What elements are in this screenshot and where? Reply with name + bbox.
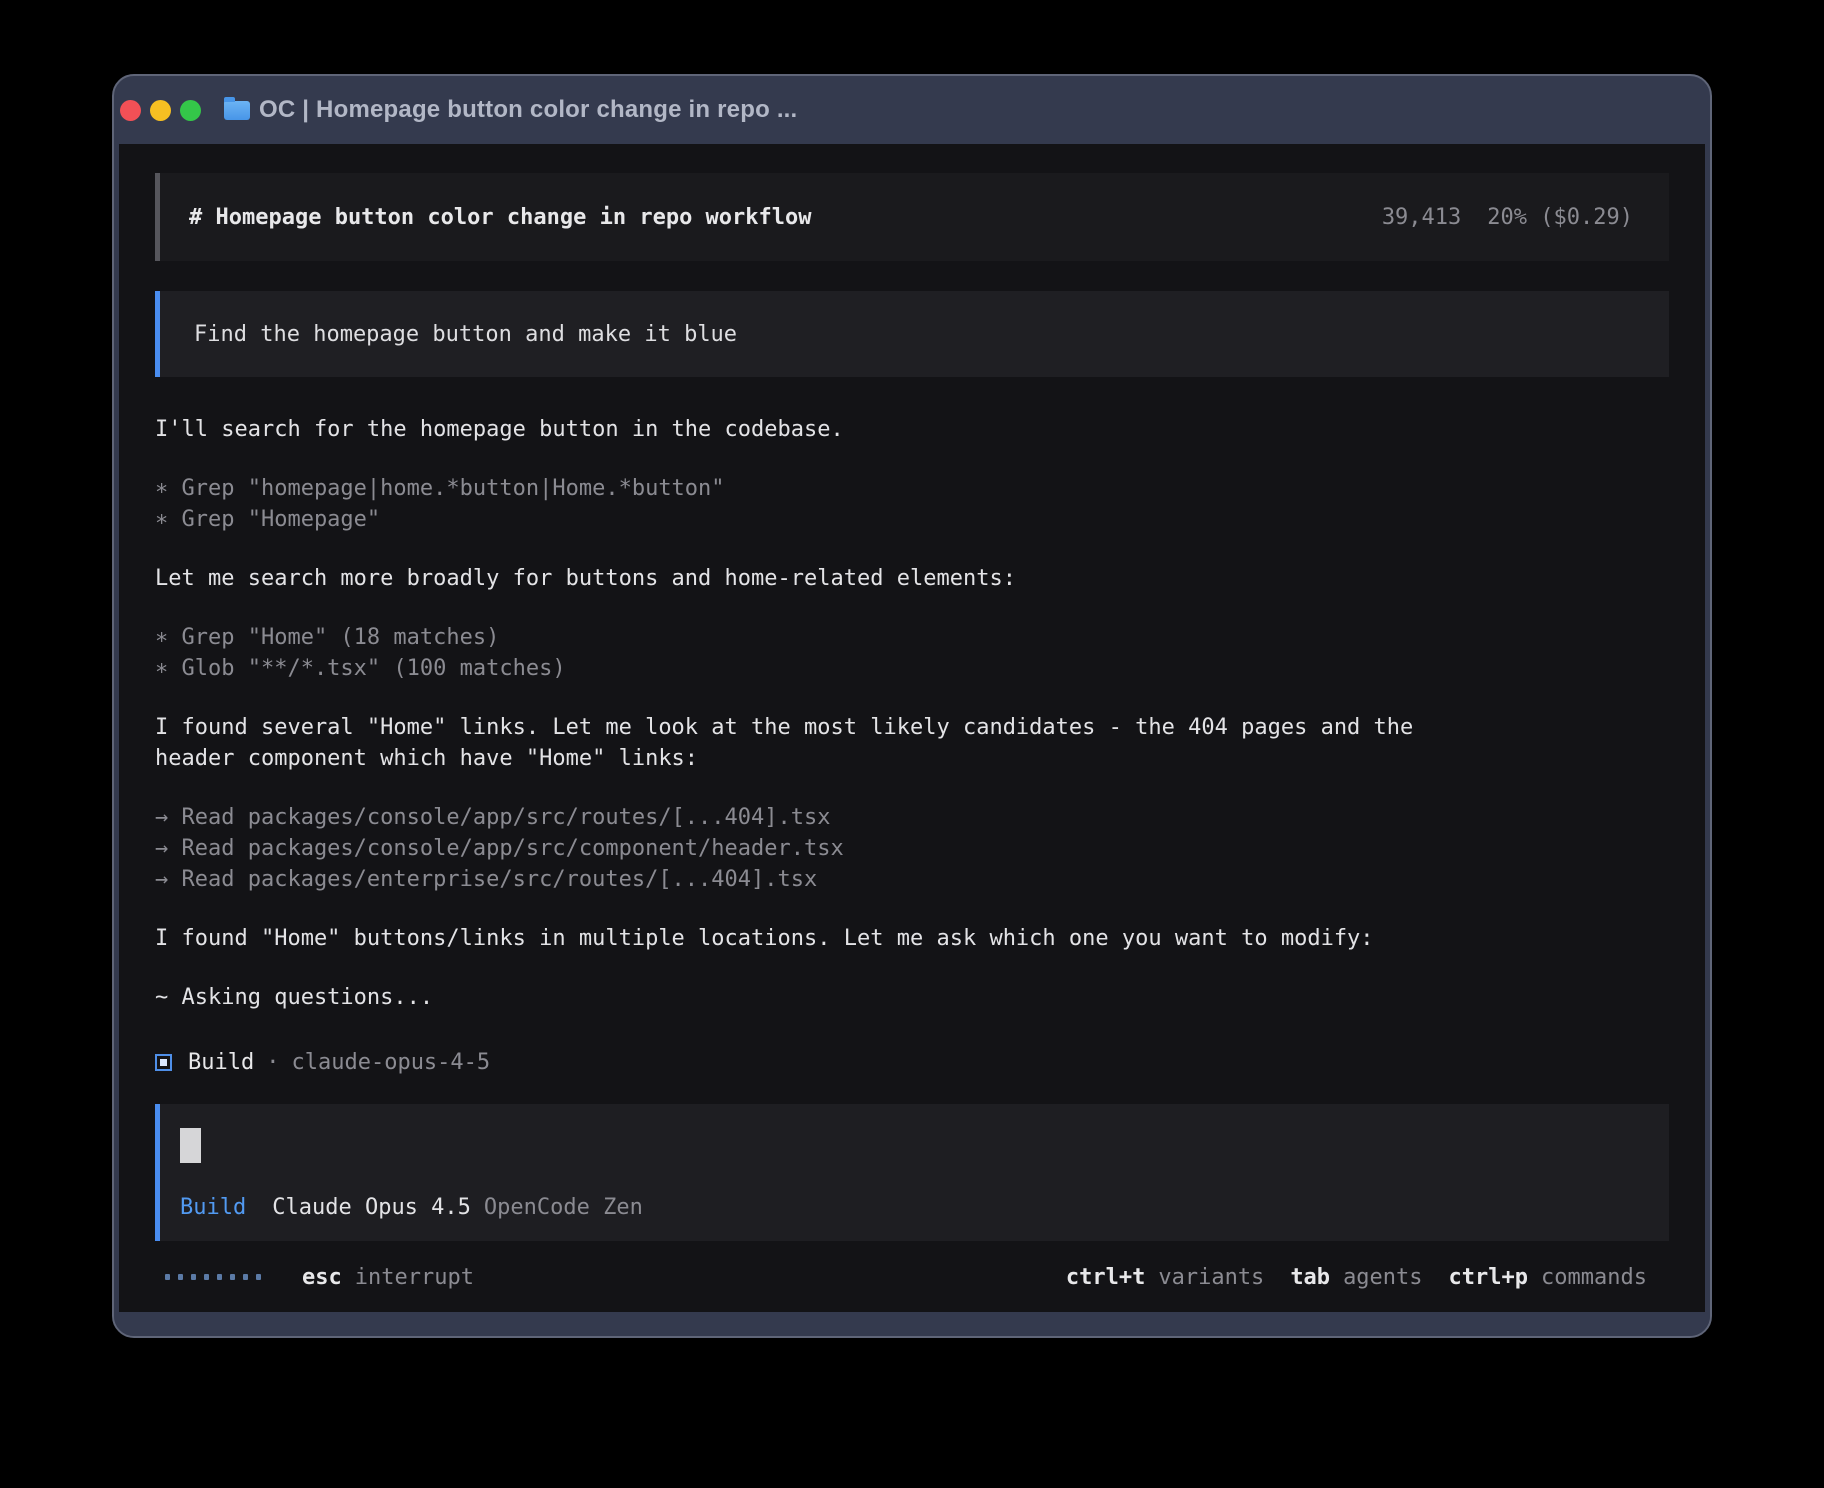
hint-interrupt: esc interrupt: [302, 1265, 474, 1290]
hint-variants: ctrl+t variants: [1066, 1265, 1264, 1290]
tool-call-line: → Read packages/console/app/src/routes/[…: [155, 802, 1669, 833]
tool-call-line: ∗ Glob "**/*.tsx" (100 matches): [155, 653, 1669, 684]
status-bar: esc interrupt ctrl+t variants tab agents…: [155, 1241, 1669, 1312]
esc-key: esc: [302, 1265, 342, 1290]
zoom-button[interactable]: [180, 100, 201, 121]
prompt-input[interactable]: Build Claude Opus 4.5 OpenCode Zen: [155, 1104, 1669, 1241]
activity-spinner-dots: [165, 1274, 269, 1280]
input-agent-label[interactable]: Build: [180, 1192, 246, 1223]
tool-call-line: ∗ Grep "Home" (18 matches): [155, 622, 1669, 653]
tool-call-line: → Read packages/console/app/src/componen…: [155, 833, 1669, 864]
context-usage: 20% ($0.29): [1487, 205, 1633, 230]
status-bar-right: ctrl+t variants tab agents ctrl+p comman…: [1066, 1265, 1647, 1290]
input-meta: Build Claude Opus 4.5 OpenCode Zen: [180, 1192, 1649, 1223]
model-name: claude-opus-4-5: [291, 1047, 490, 1078]
window-bottom-edge: [114, 1312, 1710, 1336]
session-header: # Homepage button color change in repo w…: [155, 173, 1669, 261]
minimize-button[interactable]: [150, 100, 171, 121]
assistant-text-line: ~ Asking questions...: [155, 982, 1669, 1013]
assistant-text-line: I found "Home" buttons/links in multiple…: [155, 923, 1669, 954]
assistant-text-line: I'll search for the homepage button in t…: [155, 414, 1669, 445]
hint-commands: ctrl+p commands: [1449, 1265, 1647, 1290]
status-bar-left: esc interrupt: [165, 1265, 474, 1290]
tool-call-line: ∗ Grep "homepage|home.*button|Home.*butt…: [155, 473, 1669, 504]
tool-call-line: ∗ Grep "Homepage": [155, 504, 1669, 535]
transcript-group: ∗ Grep "Home" (18 matches)∗ Glob "**/*.t…: [155, 622, 1669, 684]
transcript-group: I found several "Home" links. Let me loo…: [155, 712, 1669, 774]
token-count: 39,413: [1382, 205, 1461, 230]
transcript-group: → Read packages/console/app/src/routes/[…: [155, 802, 1669, 895]
agent-status-row: Build · claude-opus-4-5: [155, 1047, 1669, 1078]
window-titlebar: OC | Homepage button color change in rep…: [114, 76, 1710, 144]
separator-dot: ·: [266, 1047, 279, 1078]
assistant-text-line: I found several "Home" links. Let me loo…: [155, 712, 1669, 743]
transcript-group: ∗ Grep "homepage|home.*button|Home.*butt…: [155, 473, 1669, 535]
agent-build-icon: [155, 1054, 172, 1071]
close-button[interactable]: [120, 100, 141, 121]
assistant-text-line: Let me search more broadly for buttons a…: [155, 563, 1669, 594]
hint-agents: tab agents: [1290, 1265, 1422, 1290]
text-cursor: [180, 1128, 201, 1163]
folder-icon: [224, 101, 250, 120]
user-message-text: Find the homepage button and make it blu…: [194, 322, 737, 347]
window-title: OC | Homepage button color change in rep…: [259, 96, 797, 124]
transcript-group: ~ Asking questions...: [155, 982, 1669, 1013]
terminal-content: # Homepage button color change in repo w…: [119, 144, 1705, 1312]
agent-name: Build: [188, 1047, 254, 1078]
input-provider-label: OpenCode Zen: [484, 1192, 643, 1223]
session-title: # Homepage button color change in repo w…: [189, 205, 812, 230]
transcript-group: I'll search for the homepage button in t…: [155, 414, 1669, 445]
traffic-lights: [120, 100, 210, 121]
assistant-text-line: header component which have "Home" links…: [155, 743, 1669, 774]
transcript-group: I found "Home" buttons/links in multiple…: [155, 923, 1669, 954]
esc-label: interrupt: [355, 1265, 474, 1290]
tool-call-line: → Read packages/enterprise/src/routes/[.…: [155, 864, 1669, 895]
input-model-label[interactable]: Claude Opus 4.5: [272, 1192, 471, 1223]
transcript-group: Let me search more broadly for buttons a…: [155, 563, 1669, 594]
session-stats: 39,413 20% ($0.29): [1382, 205, 1633, 230]
terminal-window: OC | Homepage button color change in rep…: [112, 74, 1712, 1338]
user-message: Find the homepage button and make it blu…: [155, 291, 1669, 377]
transcript: I'll search for the homepage button in t…: [155, 414, 1669, 1041]
